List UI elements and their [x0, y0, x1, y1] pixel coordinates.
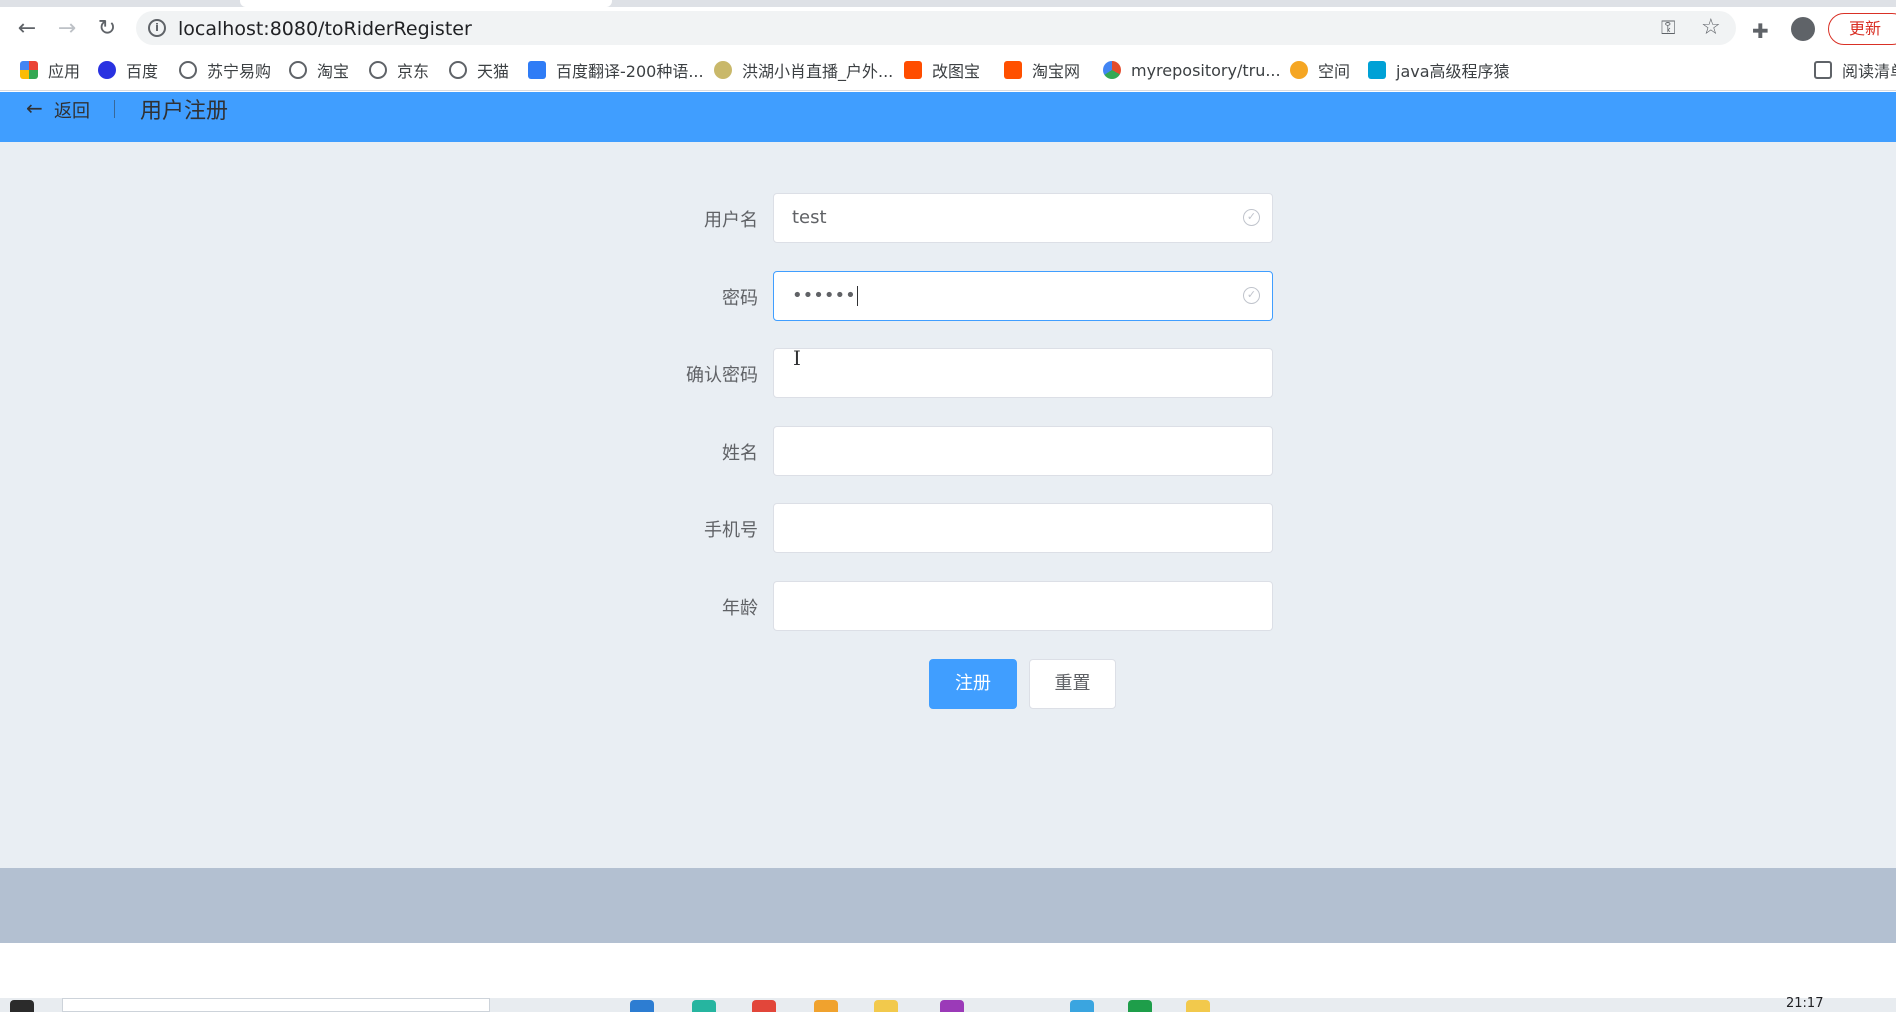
profile-avatar-icon[interactable]	[1791, 17, 1815, 41]
bookmark-suning[interactable]: 苏宁易购	[179, 59, 271, 81]
phone-label: 手机号	[704, 520, 758, 541]
bookmark-live[interactable]: 洪湖小肖直播_户外...	[714, 59, 893, 81]
repo-icon	[1103, 61, 1121, 79]
bookmark-label: myrepository/tru...	[1131, 60, 1281, 80]
taskbar-app-icon[interactable]	[814, 1000, 838, 1012]
page-title: 用户注册	[140, 99, 229, 124]
confirm-password-label: 确认密码	[686, 365, 758, 386]
reload-icon[interactable]: ↻	[92, 13, 122, 43]
bookmarks-bar: 应用 百度 苏宁易购 淘宝 京东 天猫 百度翻译-200种语... 洪湖小肖直播…	[0, 49, 1896, 91]
bookmark-label: 改图宝	[932, 62, 981, 81]
name-label: 姓名	[722, 443, 758, 464]
name-input[interactable]	[773, 426, 1273, 476]
taskbar-app-icon[interactable]	[940, 1000, 964, 1012]
globe-icon	[449, 61, 467, 79]
bookmark-apps[interactable]: 应用	[20, 59, 80, 81]
apps-grid-icon	[20, 61, 38, 79]
globe-icon	[369, 61, 387, 79]
tab-strip	[0, 0, 1896, 7]
os-taskbar: 21:17	[0, 996, 1896, 1012]
bookmark-label: 苏宁易购	[207, 62, 272, 81]
taskbar-app-icon[interactable]	[692, 1000, 716, 1012]
bookmark-bilibili[interactable]: java高级程序猿	[1368, 59, 1510, 81]
browser-toolbar: ← → ↻ i localhost:8080/toRiderRegister ⚿…	[0, 7, 1896, 49]
taskbar-app-icon[interactable]	[1186, 1000, 1210, 1012]
bookmark-label: 天猫	[477, 62, 510, 81]
bookmark-jd[interactable]: 京东	[369, 59, 429, 81]
translate-icon	[528, 61, 546, 79]
page-footer	[0, 868, 1896, 943]
text-cursor-icon: I	[793, 346, 801, 370]
baidu-paw-icon	[98, 61, 116, 79]
back-arrow-icon[interactable]: ←	[26, 96, 43, 120]
globe-icon	[289, 61, 307, 79]
age-input[interactable]	[773, 581, 1273, 631]
username-input[interactable]: test ✓	[773, 193, 1273, 243]
taskbar-clock[interactable]: 21:17	[1786, 996, 1823, 1011]
bookmark-baidu[interactable]: 百度	[98, 59, 158, 81]
password-value: ••••••	[792, 285, 858, 306]
bookmark-label: 应用	[48, 62, 81, 81]
back-link[interactable]: 返回	[54, 97, 90, 123]
bookmark-baidu-translate[interactable]: 百度翻译-200种语...	[528, 59, 704, 81]
bookmark-label: java高级程序猿	[1396, 62, 1510, 81]
taskbar-app-icon[interactable]	[752, 1000, 776, 1012]
reading-list-label: 阅读清单	[1842, 62, 1896, 81]
password-label: 密码	[722, 288, 758, 309]
confirm-password-input[interactable]	[773, 348, 1273, 398]
bookmark-label: 京东	[397, 62, 430, 81]
url-text[interactable]: localhost:8080/toRiderRegister	[178, 18, 472, 40]
taskbar-app-icon[interactable]	[1128, 1000, 1152, 1012]
age-label: 年龄	[722, 598, 758, 619]
username-value: test	[792, 207, 827, 228]
bookmark-qzone[interactable]: 空间	[1290, 59, 1350, 81]
qzone-icon	[1290, 61, 1308, 79]
taskbar-search-box[interactable]	[62, 998, 490, 1012]
reading-list-icon	[1814, 61, 1832, 79]
bird-icon	[714, 61, 732, 79]
bookmark-taobao[interactable]: 淘宝	[289, 59, 349, 81]
taskbar-app-icon[interactable]	[630, 1000, 654, 1012]
reading-list[interactable]: 阅读清单	[1814, 59, 1896, 81]
check-circle-icon: ✓	[1243, 287, 1260, 304]
phone-input[interactable]	[773, 503, 1273, 553]
bookmark-label: 淘宝	[317, 62, 350, 81]
bookmark-taobaowang[interactable]: 淘宝网	[1004, 59, 1080, 81]
globe-icon	[179, 61, 197, 79]
update-button[interactable]: 更新	[1828, 13, 1896, 45]
page-header: ← 返回 用户注册	[0, 92, 1896, 142]
bookmark-gaitubao[interactable]: 改图宝	[904, 59, 980, 81]
bookmark-label: 百度翻译-200种语...	[556, 62, 704, 81]
username-label: 用户名	[704, 210, 758, 231]
page-bottom-area	[0, 943, 1896, 998]
reset-button[interactable]: 重置	[1029, 659, 1116, 709]
bilibili-icon	[1368, 61, 1386, 79]
taobao-icon	[1004, 61, 1022, 79]
image-tool-icon	[904, 61, 922, 79]
address-bar[interactable]: i localhost:8080/toRiderRegister ⚿ ☆	[136, 11, 1736, 45]
bookmark-tmall[interactable]: 天猫	[449, 59, 509, 81]
site-info-icon[interactable]: i	[148, 19, 166, 37]
bookmark-repository[interactable]: myrepository/tru...	[1103, 59, 1281, 81]
extensions-puzzle-icon[interactable]: ✚	[1752, 19, 1769, 43]
bookmark-label: 洪湖小肖直播_户外...	[742, 62, 894, 81]
key-icon[interactable]: ⚿	[1661, 17, 1675, 39]
check-circle-icon: ✓	[1243, 209, 1260, 226]
taskbar-app-icon[interactable]	[874, 1000, 898, 1012]
active-tab[interactable]	[240, 0, 612, 7]
update-label: 更新	[1849, 19, 1882, 38]
header-divider	[114, 100, 115, 118]
start-menu-icon[interactable]	[10, 1000, 34, 1012]
bookmark-label: 百度	[126, 62, 159, 81]
password-input[interactable]: •••••• ✓	[773, 271, 1273, 321]
taskbar-app-icon[interactable]	[1070, 1000, 1094, 1012]
back-arrow-icon[interactable]: ←	[12, 13, 42, 43]
bookmark-label: 淘宝网	[1032, 62, 1081, 81]
bookmark-label: 空间	[1318, 62, 1351, 81]
register-button[interactable]: 注册	[929, 659, 1017, 709]
forward-arrow-icon[interactable]: →	[52, 13, 82, 43]
bookmark-star-icon[interactable]: ☆	[1701, 15, 1721, 40]
